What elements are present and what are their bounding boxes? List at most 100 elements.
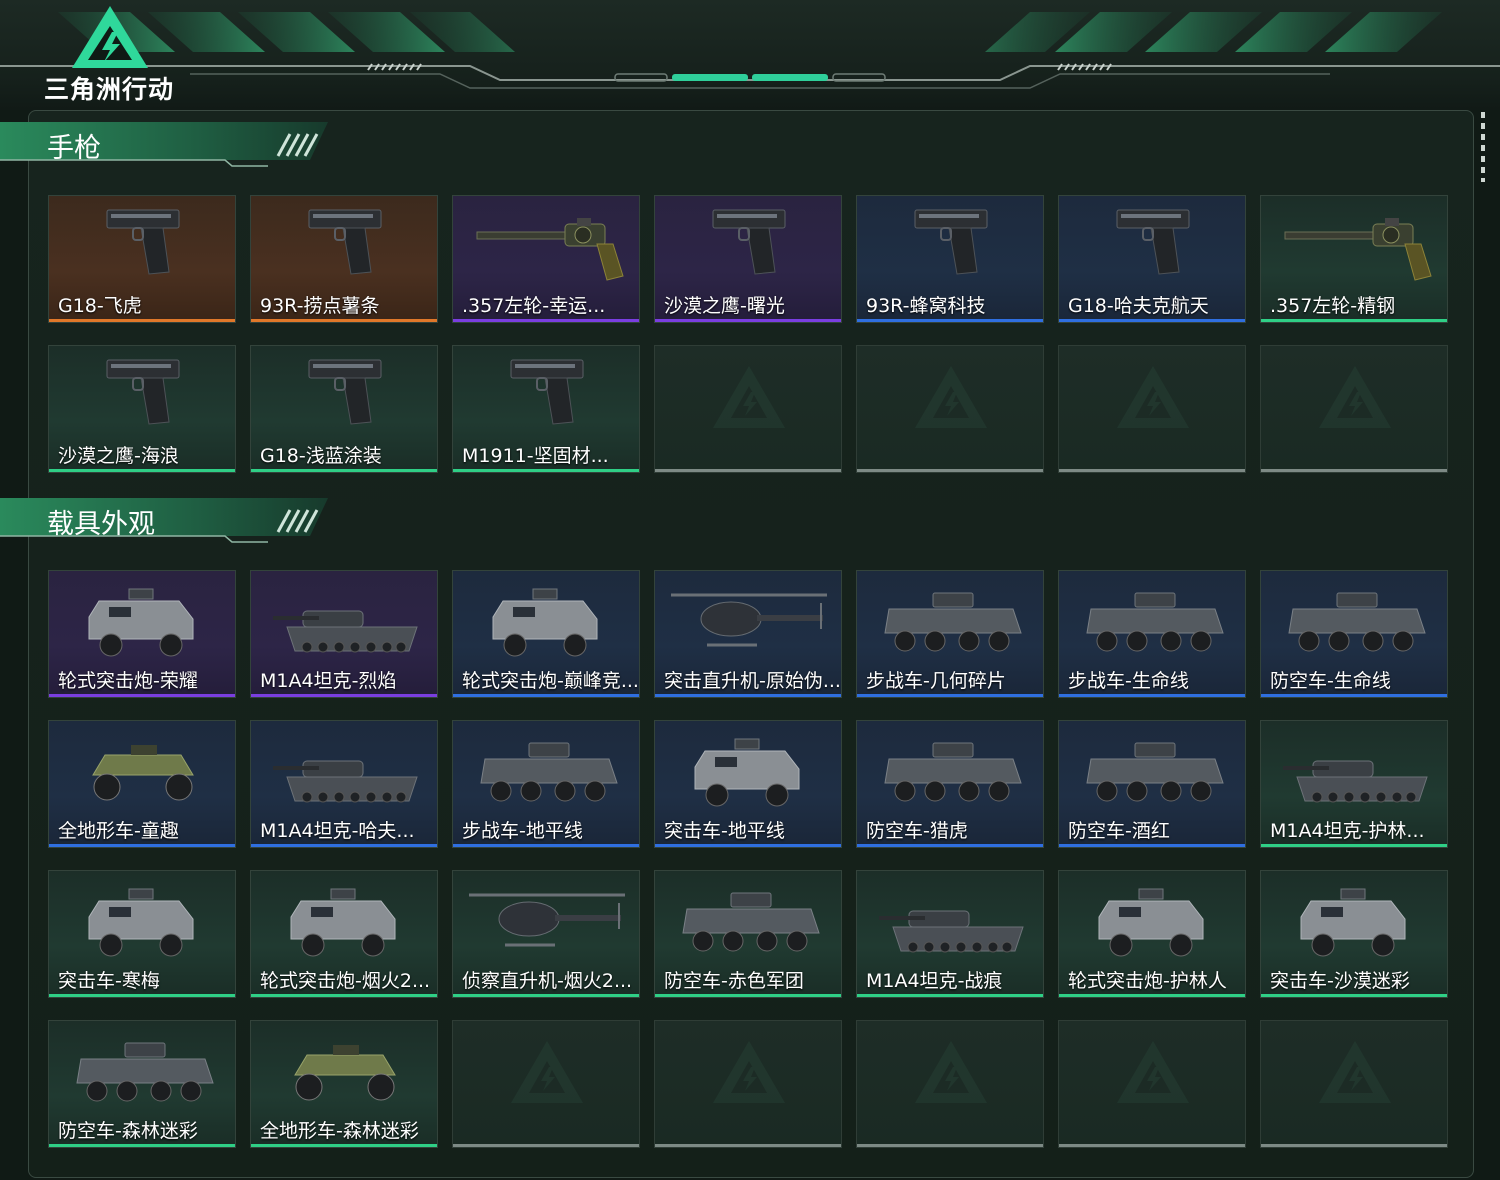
empty-slot	[856, 1020, 1044, 1148]
rarity-bar	[857, 844, 1043, 847]
ifv-icon	[480, 742, 618, 802]
vehicle-skin-card[interactable]: 步战车-生命线	[1058, 570, 1246, 698]
card-label: 步战车-生命线	[1068, 670, 1189, 692]
scrollbar[interactable]	[1481, 112, 1485, 182]
card-label: 93R-捞点薯条	[260, 295, 380, 317]
card-label: M1A4坦克-烈焰	[260, 670, 397, 692]
tank-icon	[273, 760, 418, 803]
rarity-bar	[251, 994, 437, 997]
rarity-bar	[49, 319, 235, 322]
vehicle-skin-card[interactable]: 突击车-地平线	[654, 720, 842, 848]
card-label: 侦察直升机-烟火2...	[462, 970, 633, 992]
ifv-icon	[1288, 592, 1426, 652]
rarity-bar	[857, 994, 1043, 997]
vehicle-skin-card[interactable]: 轮式突击炮-烟火2...	[250, 870, 438, 998]
atv-icon	[294, 1045, 396, 1101]
rarity-bar	[1261, 319, 1447, 322]
vehicle-skin-card[interactable]: 突击车-寒梅	[48, 870, 236, 998]
delta-watermark-icon	[1319, 366, 1391, 428]
vehicle-skin-card[interactable]: 突击直升机-原始伪...	[654, 570, 842, 698]
rarity-bar	[655, 994, 841, 997]
pistol-icon	[106, 209, 180, 275]
vehicle-skin-card[interactable]: 侦察直升机-烟火2...	[452, 870, 640, 998]
card-label: .357左轮-精钢	[1270, 295, 1396, 317]
rarity-bar	[857, 469, 1043, 472]
empty-slot	[1260, 345, 1448, 473]
card-label: M1A4坦克-战痕	[866, 970, 1003, 992]
pistol-skin-card[interactable]: 沙漠之鹰-曙光	[654, 195, 842, 323]
revolver-icon	[1284, 218, 1432, 281]
vehicle-skin-card[interactable]: 防空车-生命线	[1260, 570, 1448, 698]
card-label: 沙漠之鹰-曙光	[664, 295, 785, 317]
vehicle-skin-card[interactable]: M1A4坦克-护林...	[1260, 720, 1448, 848]
ifv-icon	[884, 742, 1022, 802]
armored-car-icon	[290, 888, 396, 957]
rarity-bar	[453, 694, 639, 697]
pistol-skin-card[interactable]: 沙漠之鹰-海浪	[48, 345, 236, 473]
empty-slot	[1260, 1020, 1448, 1148]
rarity-bar	[1261, 694, 1447, 697]
vehicle-skin-card[interactable]: 防空车-森林迷彩	[48, 1020, 236, 1148]
delta-watermark-icon	[1319, 1041, 1391, 1103]
pistol-skin-card[interactable]: G18-哈夫克航天	[1058, 195, 1246, 323]
vehicle-skin-card[interactable]: 防空车-赤色军团	[654, 870, 842, 998]
card-label: 步战车-地平线	[462, 820, 583, 842]
tank-icon	[879, 910, 1024, 953]
vehicle-skin-card[interactable]: 防空车-酒红	[1058, 720, 1246, 848]
pistol-skin-card[interactable]: 93R-蜂窝科技	[856, 195, 1044, 323]
rarity-bar	[49, 694, 235, 697]
pistol-skin-card[interactable]: G18-浅蓝涂装	[250, 345, 438, 473]
vehicle-skin-card[interactable]: 轮式突击炮-护林人	[1058, 870, 1246, 998]
section-header-pistols: 手枪	[0, 120, 340, 178]
tank-icon	[273, 610, 418, 653]
card-label: M1911-坚固材...	[462, 445, 609, 467]
card-label: 步战车-几何碎片	[866, 670, 1006, 692]
atv-icon	[92, 745, 194, 801]
card-label: 轮式突击炮-荣耀	[58, 670, 198, 692]
rarity-bar	[1261, 844, 1447, 847]
pistol-icon	[510, 359, 584, 425]
armored-car-icon	[1098, 888, 1204, 957]
rarity-bar	[453, 1144, 639, 1147]
card-label: 防空车-赤色军团	[664, 970, 804, 992]
pistol-skin-card[interactable]: 93R-捞点薯条	[250, 195, 438, 323]
card-label: 防空车-猎虎	[866, 820, 968, 842]
pistol-skin-card[interactable]: .357左轮-幸运...	[452, 195, 640, 323]
pistol-skin-card[interactable]: G18-飞虎	[48, 195, 236, 323]
card-label: 防空车-生命线	[1270, 670, 1391, 692]
rarity-bar	[1261, 469, 1447, 472]
empty-slot	[1058, 1020, 1246, 1148]
vehicle-skin-card[interactable]: M1A4坦克-烈焰	[250, 570, 438, 698]
empty-slot	[1058, 345, 1246, 473]
card-label: 全地形车-童趣	[58, 820, 179, 842]
ifv-icon	[884, 592, 1022, 652]
card-label: 防空车-酒红	[1068, 820, 1170, 842]
pistol-skin-card[interactable]: M1911-坚固材...	[452, 345, 640, 473]
rarity-bar	[453, 469, 639, 472]
vehicle-skin-card[interactable]: 全地形车-森林迷彩	[250, 1020, 438, 1148]
vehicle-skin-card[interactable]: M1A4坦克-哈夫...	[250, 720, 438, 848]
rarity-bar	[251, 1144, 437, 1147]
pistol-icon	[308, 359, 382, 425]
armored-car-icon	[88, 888, 194, 957]
vehicle-skin-card[interactable]: 全地形车-童趣	[48, 720, 236, 848]
rarity-bar	[857, 319, 1043, 322]
vehicle-skin-card[interactable]: 突击车-沙漠迷彩	[1260, 870, 1448, 998]
card-label: 突击直升机-原始伪...	[664, 670, 840, 692]
rarity-bar	[453, 319, 639, 322]
vehicle-skin-card[interactable]: 轮式突击炮-荣耀	[48, 570, 236, 698]
card-label: M1A4坦克-护林...	[1270, 820, 1425, 842]
vehicle-skin-card[interactable]: M1A4坦克-战痕	[856, 870, 1044, 998]
section-title-pistols: 手枪	[47, 133, 101, 164]
vehicle-skin-card[interactable]: 步战车-地平线	[452, 720, 640, 848]
card-label: G18-浅蓝涂装	[260, 445, 382, 467]
card-label: G18-飞虎	[58, 295, 142, 317]
delta-watermark-icon	[1117, 366, 1189, 428]
delta-watermark-icon	[511, 1041, 583, 1103]
header-decoration	[0, 12, 1500, 89]
vehicle-skin-card[interactable]: 步战车-几何碎片	[856, 570, 1044, 698]
card-label: 轮式突击炮-烟火2...	[260, 970, 431, 992]
vehicle-skin-card[interactable]: 防空车-猎虎	[856, 720, 1044, 848]
vehicle-skin-card[interactable]: 轮式突击炮-巅峰竞...	[452, 570, 640, 698]
pistol-skin-card[interactable]: .357左轮-精钢	[1260, 195, 1448, 323]
